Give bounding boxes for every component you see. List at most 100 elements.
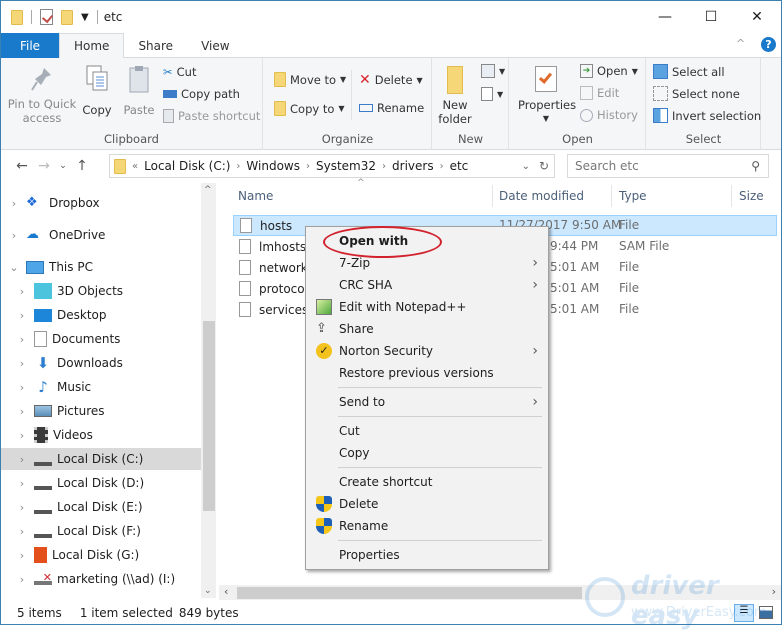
nav-item-this-pc[interactable]: ⌄ This PC [1,256,201,278]
scrollbar-thumb[interactable] [237,587,582,599]
column-header-type[interactable]: Type [619,183,647,209]
breadcrumb-drivers[interactable]: drivers [392,159,434,173]
column-header-date-modified[interactable]: Date modified [499,183,584,209]
menu-item-restore-previous-versions[interactable]: Restore previous versions [308,362,546,384]
nav-pane-scrollbar[interactable]: ^ ⌄ [201,183,216,598]
properties-button[interactable]: Properties ▼ [518,64,576,126]
recent-locations-dropdown[interactable]: ⌄ [55,161,71,171]
nav-item-downloads[interactable]: › ⬇ Downloads [1,352,201,374]
edit-button[interactable]: Edit [580,86,619,100]
nav-item-pictures[interactable]: › Pictures [1,400,201,422]
expand-chevron-icon[interactable]: › [15,477,29,490]
menu-item-create-shortcut[interactable]: Create shortcut [308,471,546,493]
copy-path-button[interactable]: Copy path [163,87,240,101]
breadcrumb-overflow[interactable]: « [132,161,138,172]
address-bar[interactable]: « Local Disk (C:) › Windows › System32 ›… [109,154,555,178]
cut-button[interactable]: ✂ Cut [163,65,196,79]
copy-button[interactable]: Copy [79,64,115,117]
menu-item-copy[interactable]: Copy [308,442,546,464]
expand-chevron-icon[interactable]: › [15,525,29,538]
breadcrumb-windows[interactable]: Windows [246,159,300,173]
expand-chevron-icon[interactable]: › [7,229,21,242]
expand-chevron-icon[interactable]: › [7,197,21,210]
open-button[interactable]: ➔ Open ▼ [580,64,638,78]
nav-item-desktop[interactable]: › Desktop [1,304,201,326]
expand-chevron-icon[interactable]: › [15,573,29,586]
nav-item-local-disk-f[interactable]: › Local Disk (F:) [1,520,201,542]
nav-item-3d-objects[interactable]: › 3D Objects [1,280,201,302]
expand-chevron-icon[interactable]: › [15,549,29,562]
nav-item-local-disk-c[interactable]: › Local Disk (C:) [1,448,201,470]
nav-item-local-disk-g[interactable]: › Local Disk (G:) [1,544,201,566]
menu-item-edit-with-notepad-plus-plus[interactable]: Edit with Notepad++ [308,296,546,318]
nav-item-videos[interactable]: › Videos [1,424,201,446]
scroll-down-arrow-icon[interactable]: ⌄ [204,586,212,596]
new-folder-qat-icon[interactable] [61,9,73,25]
minimize-ribbon-icon[interactable]: ^ [736,37,745,50]
nav-item-documents[interactable]: › Documents [1,328,201,350]
paste-shortcut-button[interactable]: Paste shortcut [163,109,260,123]
expand-chevron-icon[interactable]: › [15,429,29,442]
help-icon[interactable]: ? [761,37,776,52]
expand-chevron-icon[interactable]: › [15,333,29,346]
nav-item-onedrive[interactable]: › ☁ OneDrive [1,224,201,246]
new-folder-button[interactable]: New folder [437,64,473,126]
scroll-left-arrow-icon[interactable]: ‹ [224,585,228,598]
column-header-name[interactable]: Name [238,183,273,209]
breadcrumb-separator-icon[interactable]: › [236,161,240,172]
breadcrumb-system32[interactable]: System32 [316,159,376,173]
expand-chevron-icon[interactable]: › [15,501,29,514]
breadcrumb-local-disk-c[interactable]: Local Disk (C:) [144,159,230,173]
expand-chevron-icon[interactable]: › [15,405,29,418]
new-item-button[interactable]: ▼ [481,64,505,78]
expand-chevron-icon[interactable]: › [15,309,29,322]
back-button[interactable]: ← [11,158,33,174]
menu-item-7zip[interactable]: 7-Zip › [308,252,546,274]
tab-view[interactable]: View [187,33,243,58]
column-header-size[interactable]: Size [739,183,764,209]
menu-item-norton-security[interactable]: ✓ Norton Security › [308,340,546,362]
breadcrumb-etc[interactable]: etc [450,159,469,173]
breadcrumb-separator-icon[interactable]: › [306,161,310,172]
forward-button[interactable]: → [33,158,55,174]
nav-item-local-disk-e[interactable]: › Local Disk (E:) [1,496,201,518]
breadcrumb-separator-icon[interactable]: › [382,161,386,172]
refresh-icon[interactable]: ↻ [539,159,549,173]
invert-selection-button[interactable]: Invert selection [653,108,761,123]
customize-qat-dropdown-icon[interactable]: ▼ [81,12,89,23]
maximize-button[interactable]: ☐ [688,1,734,33]
move-to-button[interactable]: Move to ▼ [274,72,346,87]
paste-button[interactable]: Paste [121,64,157,117]
pin-to-quick-access-button[interactable]: Pin to Quick access [7,64,77,125]
history-button[interactable]: History [580,108,638,122]
minimize-button[interactable]: — [642,1,688,33]
menu-item-delete[interactable]: Delete [308,493,546,515]
up-button[interactable]: ↑ [71,158,93,174]
nav-item-music[interactable]: › ♪ Music [1,376,201,398]
expand-chevron-icon[interactable]: › [15,381,29,394]
nav-item-dropbox[interactable]: › ❖ Dropbox [1,192,201,214]
select-all-button[interactable]: Select all [653,64,725,79]
scroll-up-arrow-icon[interactable]: ^ [204,185,212,195]
tab-home[interactable]: Home [59,33,125,58]
menu-item-rename[interactable]: Rename [308,515,546,537]
menu-item-send-to[interactable]: Send to › [308,391,546,413]
menu-item-properties[interactable]: Properties [308,544,546,566]
delete-button[interactable]: ✕ Delete ▼ [359,72,423,88]
easy-access-button[interactable]: ▼ [481,87,503,101]
select-none-button[interactable]: Select none [653,86,740,101]
tab-file[interactable]: File [1,33,59,58]
menu-item-share[interactable]: ⇪ Share [308,318,546,340]
menu-item-crc-sha[interactable]: CRC SHA › [308,274,546,296]
expand-chevron-icon[interactable]: › [15,285,29,298]
address-dropdown-icon[interactable]: ⌄ [522,161,530,172]
nav-item-local-disk-d[interactable]: › Local Disk (D:) [1,472,201,494]
expand-chevron-icon[interactable]: › [15,357,29,370]
collapse-chevron-icon[interactable]: ⌄ [7,261,21,274]
menu-item-cut[interactable]: Cut [308,420,546,442]
copy-to-button[interactable]: Copy to ▼ [274,101,345,116]
expand-chevron-icon[interactable]: › [15,453,29,466]
rename-button[interactable]: Rename [359,101,424,115]
breadcrumb-separator-icon[interactable]: › [440,161,444,172]
close-button[interactable]: ✕ [734,1,780,33]
